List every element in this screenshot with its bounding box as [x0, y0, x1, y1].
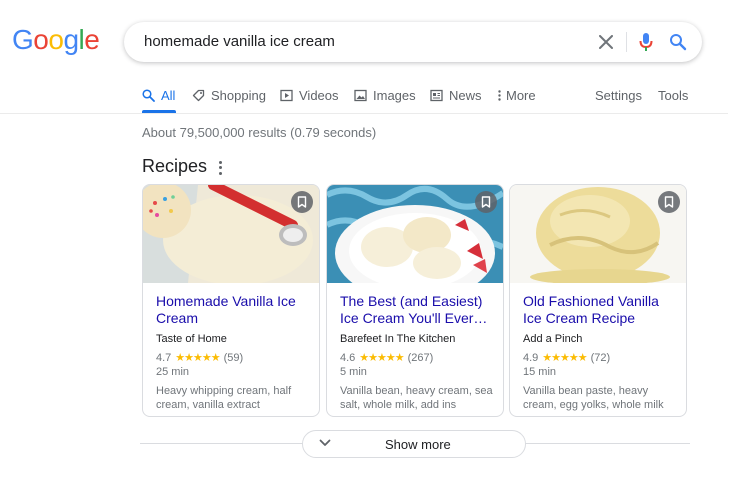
save-bookmark-icon[interactable] [475, 191, 497, 213]
rating-value: 4.6 [340, 351, 356, 364]
tab-shopping[interactable]: Shopping [192, 88, 266, 103]
tab-tools[interactable]: Tools [658, 88, 688, 103]
logo-letter: g [63, 24, 79, 55]
more-options-icon[interactable] [215, 160, 225, 176]
show-more-button[interactable]: Show more [302, 430, 526, 458]
recipe-ingredients: Vanilla bean, heavy cream, sea salt, who… [340, 385, 493, 411]
tab-images[interactable]: Images [354, 88, 416, 103]
recipe-ingredients: Vanilla bean paste, heavy cream, egg yol… [523, 385, 664, 411]
search-input[interactable]: homemade vanilla ice cream [144, 33, 335, 50]
recipe-image[interactable] [327, 185, 503, 283]
recipe-source: Taste of Home [156, 333, 227, 345]
logo-letter: o [48, 24, 64, 55]
tab-settings[interactable]: Settings [595, 88, 642, 103]
chevron-down-icon [319, 439, 331, 446]
tab-label: Settings [595, 88, 642, 103]
recipe-time: 25 min [156, 366, 190, 378]
recipe-rating: 4.9 ★★★★★ (72) [523, 351, 678, 365]
search-divider [626, 32, 627, 52]
star-rating-icon: ★★★★★ [359, 352, 404, 364]
clear-icon[interactable] [596, 32, 616, 52]
star-rating-icon: ★★★★★ [542, 352, 587, 364]
search-icon[interactable] [668, 32, 688, 52]
tab-label: More [506, 88, 536, 103]
tab-more[interactable]: More [497, 88, 536, 103]
more-vert-icon [498, 90, 501, 101]
recipe-time: 15 min [523, 366, 557, 378]
search-icon [142, 89, 155, 102]
google-logo[interactable]: Google [12, 24, 100, 56]
search-tabs: All Shopping Videos Images News More Set… [142, 88, 730, 110]
header-divider [0, 113, 728, 114]
rating-value: 4.7 [156, 351, 172, 364]
star-rating-icon: ★★★★★ [175, 352, 220, 364]
tab-label: Images [373, 88, 416, 103]
news-icon [430, 89, 443, 102]
review-count: (59) [223, 351, 244, 364]
recipe-source: Add a Pinch [523, 333, 583, 345]
tab-label: News [449, 88, 482, 103]
logo-letter: G [12, 24, 34, 55]
recipe-title-link[interactable]: The Best (and Easiest) Ice Cream You'll … [340, 293, 495, 327]
review-count: (72) [590, 351, 611, 364]
recipe-rating: 4.6 ★★★★★ (267) [340, 351, 495, 365]
recipe-card[interactable]: Old Fashioned Vanilla Ice Cream Recipe A… [509, 184, 687, 417]
recipe-source: Barefeet In The Kitchen [340, 333, 456, 345]
logo-letter: e [84, 24, 100, 55]
recipe-time: 5 min [340, 366, 367, 378]
recipe-image[interactable] [510, 185, 686, 283]
rating-value: 4.9 [523, 351, 539, 364]
tab-all[interactable]: All [142, 88, 175, 103]
result-stats: About 79,500,000 results (0.79 seconds) [142, 125, 377, 140]
image-icon [354, 89, 367, 102]
tab-news[interactable]: News [430, 88, 482, 103]
tab-label: Tools [658, 88, 689, 103]
show-more-label: Show more [385, 437, 451, 452]
recipes-heading: Recipes [142, 156, 208, 176]
tab-label: Videos [299, 88, 339, 103]
play-icon [280, 89, 293, 102]
tag-icon [192, 89, 205, 102]
recipe-card[interactable]: Homemade Vanilla Ice Cream Taste of Home… [142, 184, 320, 417]
recipe-card[interactable]: The Best (and Easiest) Ice Cream You'll … [326, 184, 504, 417]
recipe-rating: 4.7 ★★★★★ (59) [156, 351, 311, 365]
recipe-title-link[interactable]: Homemade Vanilla Ice Cream [156, 293, 311, 327]
review-count: (267) [407, 351, 434, 364]
tab-label: All [161, 88, 176, 103]
save-bookmark-icon[interactable] [291, 191, 313, 213]
save-bookmark-icon[interactable] [658, 191, 680, 213]
tab-label: Shopping [211, 88, 266, 103]
logo-letter: o [33, 24, 49, 55]
search-box[interactable]: homemade vanilla ice cream [124, 22, 702, 62]
recipe-ingredients: Heavy whipping cream, half cream, vanill… [156, 385, 292, 411]
recipe-image[interactable] [143, 185, 319, 283]
microphone-icon[interactable] [636, 32, 656, 52]
tab-videos[interactable]: Videos [280, 88, 339, 103]
recipe-title-link[interactable]: Old Fashioned Vanilla Ice Cream Recipe [523, 293, 678, 327]
